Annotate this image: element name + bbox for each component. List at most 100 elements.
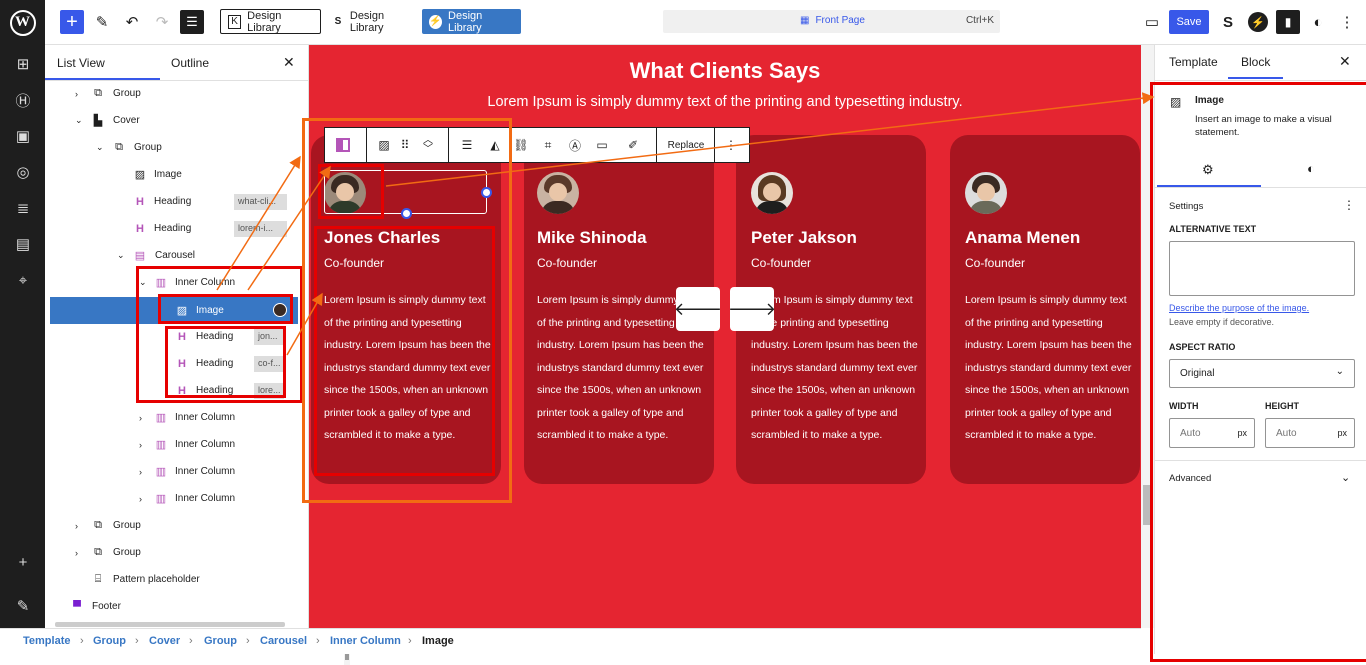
- add-block-button[interactable]: +: [60, 10, 84, 34]
- person-role[interactable]: Co-founder: [751, 256, 811, 270]
- document-icon[interactable]: ▤: [12, 233, 34, 255]
- breadcrumb-item[interactable]: Cover: [149, 635, 180, 647]
- person-role[interactable]: Co-founder: [965, 256, 1025, 270]
- save-button[interactable]: Save: [1169, 10, 1209, 34]
- tab-block[interactable]: Block: [1241, 55, 1270, 69]
- wordpress-logo[interactable]: W: [0, 0, 45, 45]
- document-overview-icon[interactable]: ☰: [180, 10, 204, 34]
- tab-template[interactable]: Template: [1169, 55, 1218, 69]
- anchor-tag: lorem-i...: [234, 220, 287, 237]
- breadcrumb-item[interactable]: Inner Column: [330, 635, 401, 647]
- list-item[interactable]: ⌄ ▤ Carousel: [50, 242, 300, 269]
- tab-list-view[interactable]: List View: [57, 45, 105, 80]
- more-options-icon[interactable]: ⋮: [1337, 11, 1357, 33]
- styles-icon[interactable]: ◐: [1308, 11, 1328, 33]
- heading-icon: H: [136, 195, 144, 208]
- testimonial-card[interactable]: Anama Menen Co-founder Lorem Ipsum is si…: [950, 135, 1140, 484]
- list-item[interactable]: › ▥ Inner Column: [50, 404, 300, 431]
- list-item[interactable]: H Heading what-cli...: [50, 188, 300, 215]
- list-item[interactable]: ▨ Image: [50, 161, 300, 188]
- list-item[interactable]: › ▥ Inner Column: [50, 485, 300, 512]
- testimonial-text[interactable]: Lorem Ipsum is simply dummy text of the …: [751, 289, 923, 447]
- pointer-icon[interactable]: ⌖: [12, 269, 34, 291]
- carousel-prev-button[interactable]: 🡐: [674, 287, 722, 331]
- group-icon: ⧉: [115, 141, 123, 153]
- divider: [1155, 80, 1366, 81]
- heading-icon: H: [136, 222, 144, 235]
- undo-icon[interactable]: ↶: [122, 11, 142, 33]
- design-library-button-1[interactable]: K Design Library: [220, 9, 321, 34]
- close-icon[interactable]: ✕: [1339, 53, 1351, 70]
- person-role[interactable]: Co-founder: [537, 256, 597, 270]
- list-item-label: Group: [134, 142, 162, 153]
- person-name[interactable]: Peter Jakson: [751, 228, 857, 248]
- footer-icon: ▀: [73, 600, 81, 613]
- brush-icon[interactable]: ✐: [623, 128, 643, 162]
- list-item-label: Image: [154, 169, 182, 180]
- edit-icon[interactable]: ✎: [12, 595, 34, 617]
- image-icon: ▨: [134, 169, 146, 181]
- avatar[interactable]: [965, 172, 1007, 214]
- command-palette[interactable]: ▦ Front Page Ctrl+K: [663, 10, 1000, 33]
- target-icon[interactable]: ◎: [12, 161, 34, 183]
- avatar[interactable]: [751, 172, 793, 214]
- tab-outline[interactable]: Outline: [171, 45, 209, 80]
- list-item[interactable]: › ⧉ Group: [50, 80, 300, 107]
- carousel-next-button[interactable]: 🡒: [728, 287, 776, 331]
- list-item[interactable]: ⌄ ⧉ Group: [50, 134, 300, 161]
- design-library-button-2[interactable]: S Design Library: [325, 9, 417, 34]
- header-icon[interactable]: Ⓗ: [12, 89, 34, 111]
- text-overlay-icon[interactable]: Ⓐ: [565, 128, 585, 162]
- desktop-view-icon[interactable]: ▭: [1142, 11, 1162, 33]
- page-name: Front Page: [815, 15, 865, 26]
- list-item[interactable]: ▀ Footer: [50, 593, 300, 620]
- list-item[interactable]: › ▥ Inner Column: [50, 431, 300, 458]
- add-icon[interactable]: +: [12, 551, 34, 573]
- more-options-icon[interactable]: ⋮: [721, 128, 741, 162]
- tab-indicator: [1228, 77, 1283, 79]
- list-item[interactable]: ⌄ ▙ Cover: [50, 107, 300, 134]
- avatar[interactable]: [537, 172, 579, 214]
- list-item[interactable]: ⌸ Pattern placeholder: [50, 566, 300, 593]
- list-item-label: Heading: [154, 223, 192, 234]
- cover-icon: ▙: [93, 115, 103, 127]
- stack-icon[interactable]: ≣: [12, 197, 34, 219]
- redo-icon[interactable]: ↷: [152, 11, 172, 33]
- horizontal-scrollbar[interactable]: [55, 622, 285, 627]
- bolt-icon[interactable]: ⚡: [1248, 12, 1268, 32]
- settings-sidebar-icon[interactable]: ▮: [1276, 10, 1300, 34]
- list-item-label: Inner Column: [175, 493, 236, 504]
- list-item[interactable]: › ⧉ Group: [50, 539, 300, 566]
- person-name[interactable]: Anama Menen: [965, 228, 1080, 248]
- list-item[interactable]: H Heading lorem-i...: [50, 215, 300, 242]
- crop-icon[interactable]: ⌗: [538, 128, 558, 162]
- column-icon: ▥: [155, 412, 167, 424]
- pencil-icon[interactable]: ✎: [92, 11, 112, 33]
- list-item-label: Pattern placeholder: [113, 574, 200, 585]
- testimonial-text[interactable]: Lorem Ipsum is simply dummy text of the …: [965, 289, 1135, 447]
- image-icon[interactable]: ▣: [12, 125, 34, 147]
- list-item[interactable]: › ⧉ Group: [50, 512, 300, 539]
- person-name[interactable]: Mike Shinoda: [537, 228, 647, 248]
- breadcrumb-item[interactable]: Carousel: [260, 635, 307, 647]
- page-icon: ▦: [800, 15, 810, 26]
- group-icon: ⧉: [94, 87, 102, 99]
- list-item-label: Carousel: [155, 250, 196, 261]
- list-item-label: Inner Column: [175, 412, 236, 423]
- list-item-label: Group: [113, 520, 141, 531]
- section-title[interactable]: What Clients Says: [309, 58, 1141, 84]
- breadcrumb-item[interactable]: Group: [93, 635, 126, 647]
- list-item[interactable]: › ▥ Inner Column: [50, 458, 300, 485]
- breadcrumb-item[interactable]: Template: [23, 635, 70, 647]
- caption-icon[interactable]: ▭: [592, 128, 612, 162]
- annotation-box: [314, 226, 495, 476]
- close-icon[interactable]: ✕: [283, 45, 295, 80]
- breadcrumb-item[interactable]: Group: [204, 635, 237, 647]
- list-item-label: Group: [113, 547, 141, 558]
- section-subtitle[interactable]: Lorem Ipsum is simply dummy text of the …: [309, 94, 1141, 110]
- replace-button[interactable]: Replace: [662, 128, 710, 162]
- stackable-icon[interactable]: S: [1218, 11, 1238, 33]
- link-icon[interactable]: ⛓: [511, 128, 531, 162]
- layout-icon[interactable]: ⊞: [12, 53, 34, 75]
- design-library-button-3[interactable]: ⚡ Design Library: [422, 9, 521, 34]
